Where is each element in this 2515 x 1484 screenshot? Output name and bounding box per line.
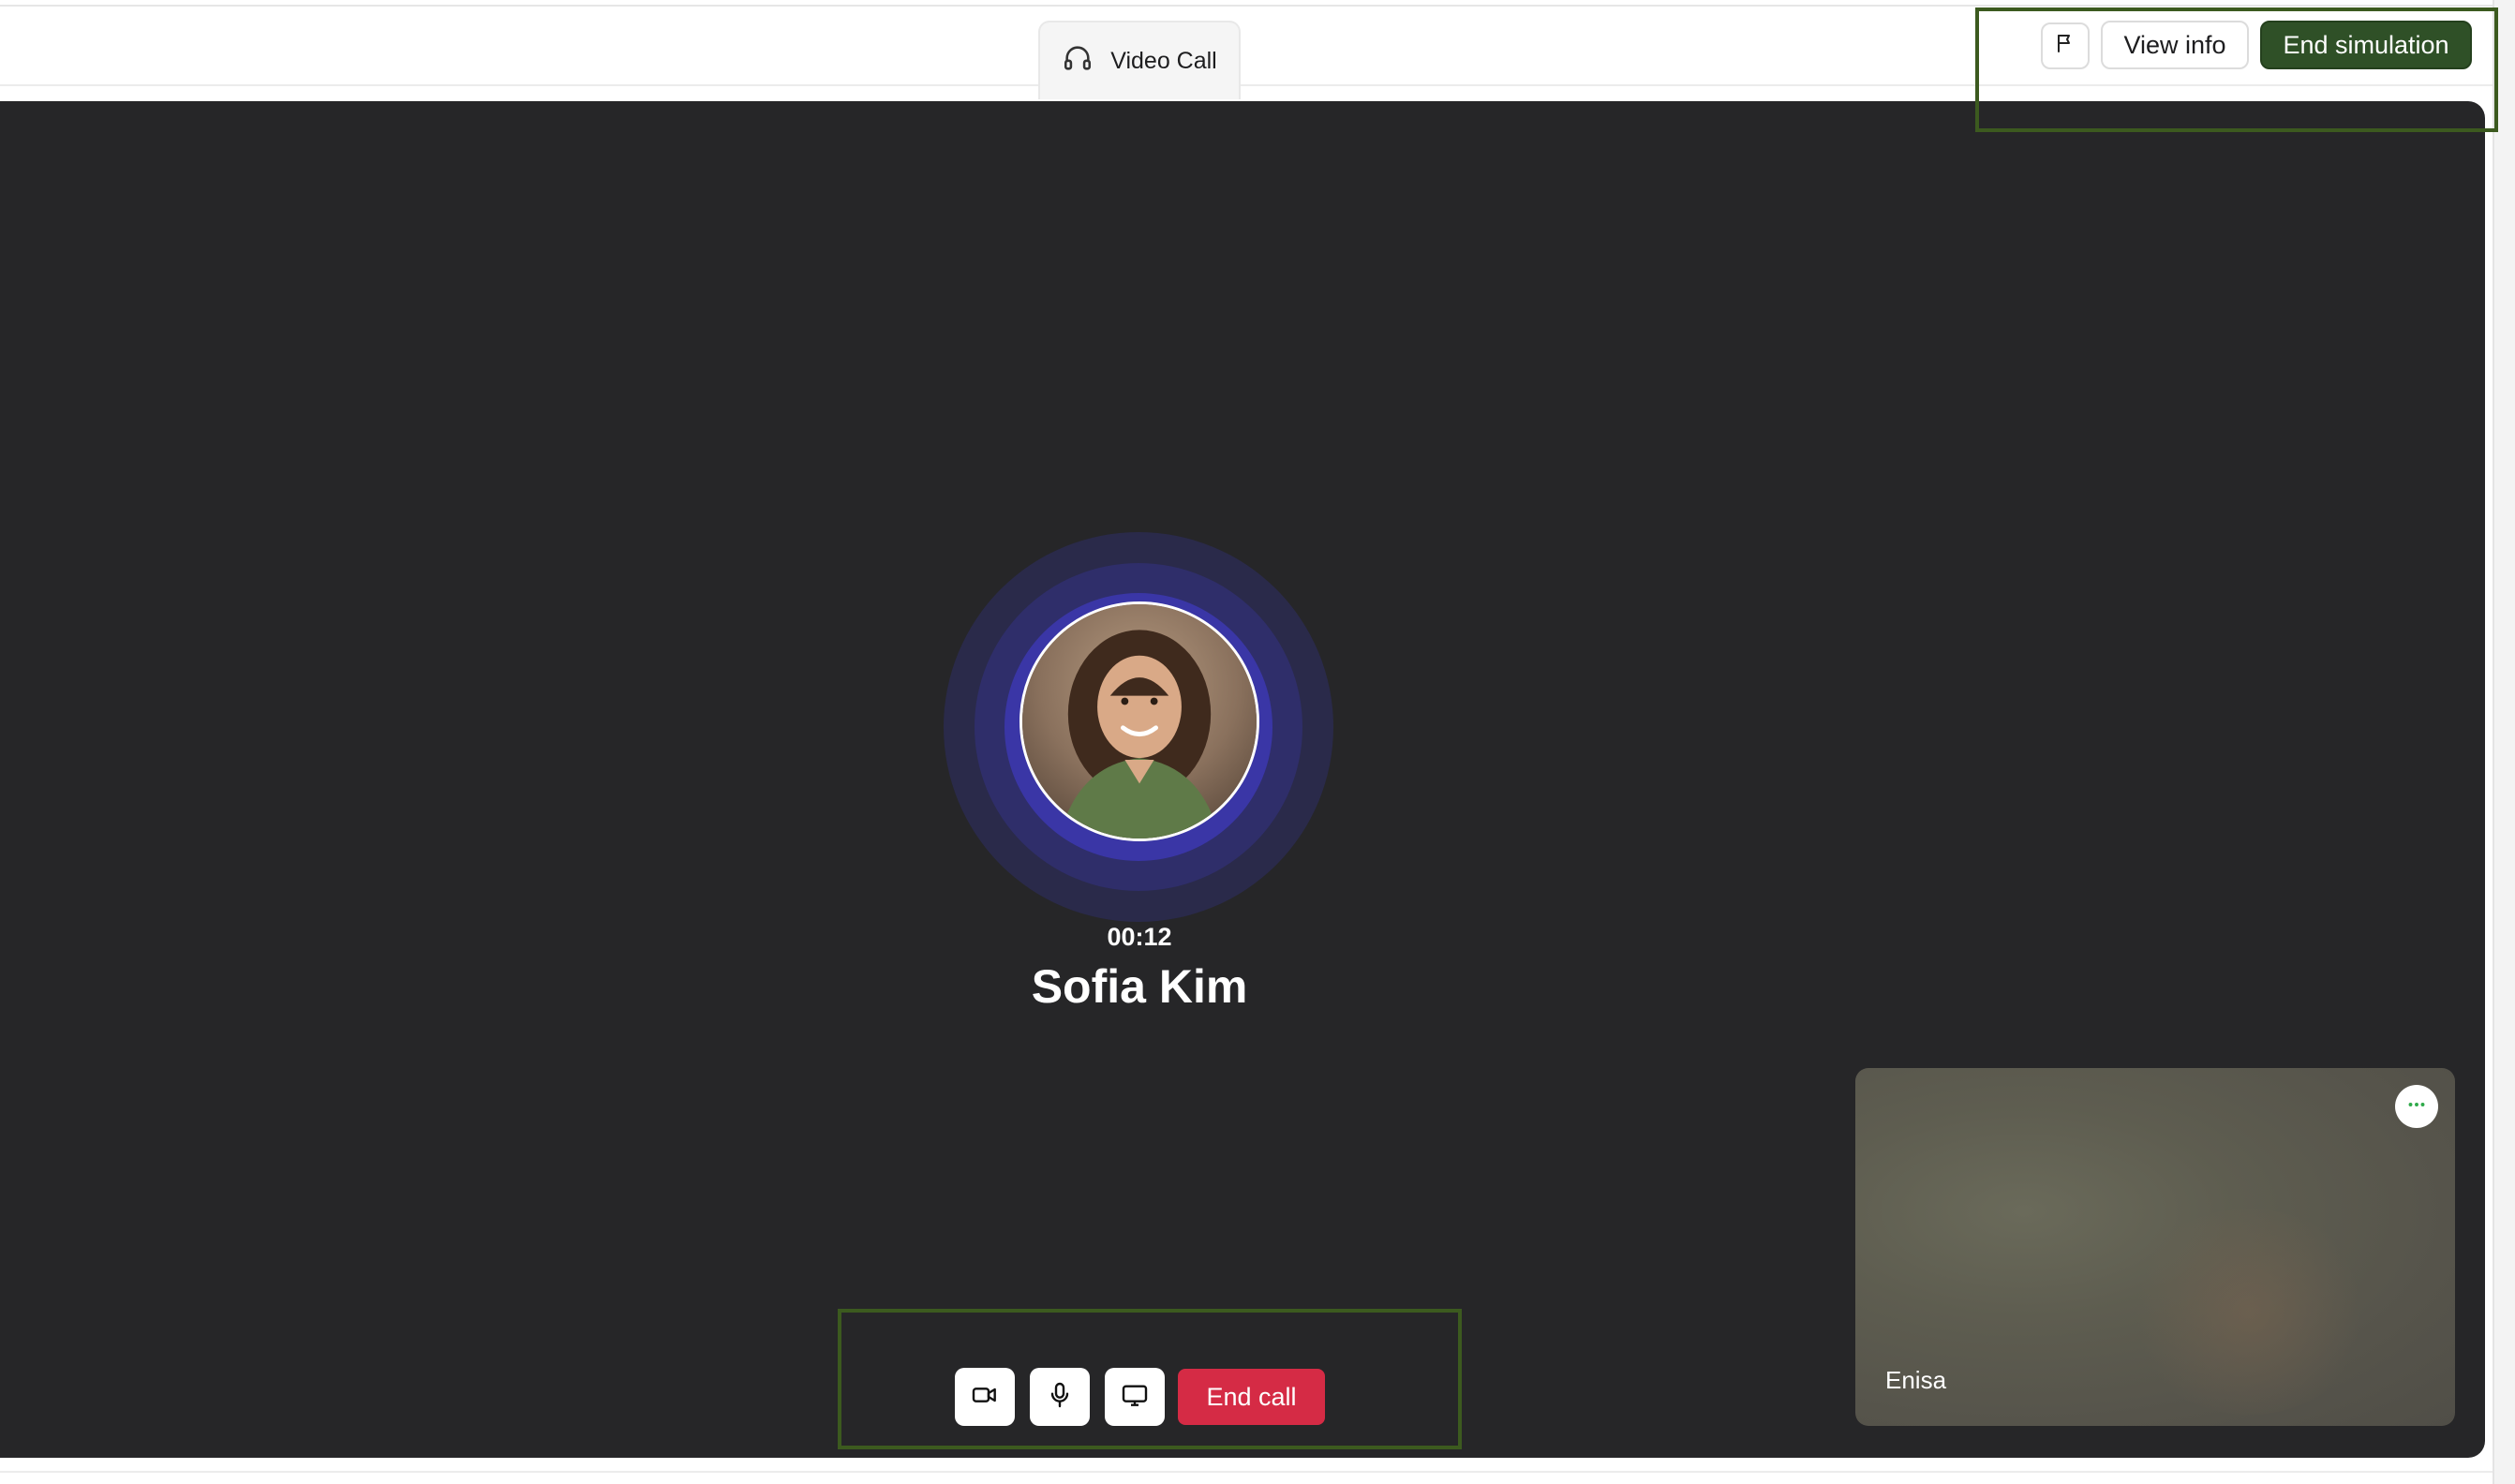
self-view-name: Enisa bbox=[1885, 1366, 1947, 1394]
toggle-mic-button[interactable] bbox=[1030, 1368, 1090, 1426]
end-call-button[interactable]: End call bbox=[1178, 1369, 1325, 1425]
bottom-divider bbox=[0, 1471, 2493, 1473]
caller-avatar bbox=[1019, 601, 1259, 841]
self-view-video bbox=[2127, 1209, 2371, 1415]
window-right-edge bbox=[2493, 0, 2515, 1484]
top-border bbox=[0, 5, 2493, 7]
tab-video-call[interactable]: Video Call bbox=[1038, 21, 1241, 99]
self-view-more-button[interactable] bbox=[2395, 1085, 2438, 1128]
header-divider-right bbox=[1241, 84, 2493, 86]
screen-share-icon bbox=[1120, 1380, 1150, 1415]
screen-share-button[interactable] bbox=[1105, 1368, 1165, 1426]
self-view-tile: Enisa bbox=[1855, 1068, 2455, 1426]
flag-button[interactable] bbox=[2041, 22, 2090, 69]
tab-label: Video Call bbox=[1110, 47, 1217, 74]
header-divider-left bbox=[0, 84, 1038, 86]
microphone-icon bbox=[1045, 1380, 1075, 1415]
app-root: Video Call View info End simulation 00:1… bbox=[0, 0, 2515, 1484]
flag-icon bbox=[2054, 32, 2076, 61]
end-simulation-button[interactable]: End simulation bbox=[2260, 21, 2472, 69]
more-options-icon bbox=[2404, 1092, 2429, 1121]
toggle-video-button[interactable] bbox=[955, 1368, 1015, 1426]
caller-name: Sofia Kim bbox=[1031, 960, 1248, 1013]
view-info-button[interactable]: View info bbox=[2101, 21, 2249, 69]
headset-icon bbox=[1062, 42, 1094, 81]
video-camera-icon bbox=[970, 1380, 1000, 1415]
call-timer: 00:12 bbox=[1107, 923, 1172, 951]
